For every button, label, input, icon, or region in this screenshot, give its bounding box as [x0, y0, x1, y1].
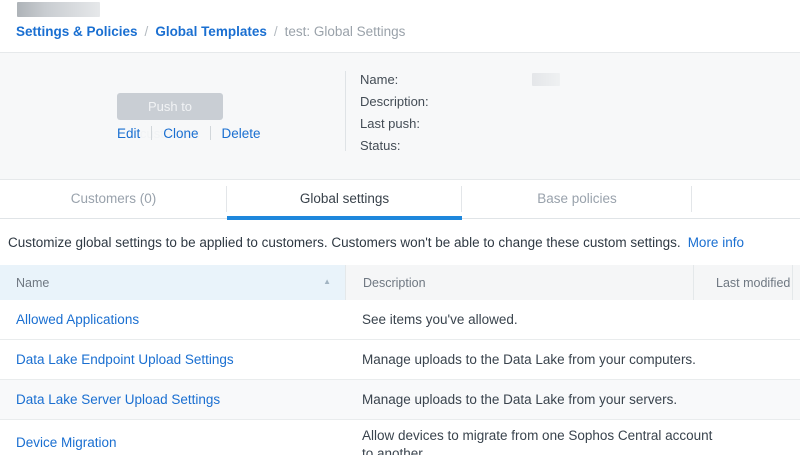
delete-link[interactable]: Delete: [222, 126, 261, 141]
action-divider: [210, 126, 211, 140]
top-bar: Settings & Policies / Global Templates / tes…: [0, 0, 800, 52]
redacted-page-title: [17, 2, 100, 17]
column-header-spacer: [792, 265, 800, 300]
table-row: Device Migration Allow devices to migrat…: [0, 420, 800, 455]
column-header-name[interactable]: Name ▲: [0, 265, 345, 300]
tab-global-settings-label: Global settings: [300, 191, 389, 206]
setting-description: Allow devices to migrate from one Sophos…: [345, 420, 715, 455]
clone-link[interactable]: Clone: [163, 126, 198, 141]
description-label: Description:: [360, 94, 532, 109]
breadcrumb-separator: /: [145, 24, 149, 39]
global-settings-table: Name ▲ Description Last modified Allowed…: [0, 265, 800, 455]
last-push-label: Last push:: [360, 116, 532, 131]
redacted-name-value: [532, 73, 560, 86]
info-row-description: Description:: [360, 90, 560, 112]
more-info-link[interactable]: More info: [688, 235, 744, 250]
info-row-status: Status:: [360, 134, 560, 156]
panel-vertical-divider: [345, 71, 346, 151]
breadcrumb-settings-policies[interactable]: Settings & Policies: [16, 24, 138, 39]
breadcrumb-current: test: Global Settings: [285, 24, 406, 39]
sort-ascending-icon: ▲: [323, 277, 331, 286]
breadcrumb-global-templates[interactable]: Global Templates: [155, 24, 267, 39]
intro-sentence: Customize global settings to be applied …: [8, 235, 681, 250]
setting-link-data-lake-server[interactable]: Data Lake Server Upload Settings: [16, 392, 220, 407]
breadcrumb-separator: /: [274, 24, 278, 39]
setting-description: Manage uploads to the Data Lake from you…: [345, 391, 715, 409]
column-header-last-modified[interactable]: Last modified: [693, 265, 792, 300]
setting-description: See items you've allowed.: [345, 311, 715, 329]
tab-bar: Customers (0) Global settings Base polic…: [0, 180, 800, 219]
template-actions: Edit Clone Delete: [117, 124, 261, 142]
info-row-last-push: Last push:: [360, 112, 560, 134]
setting-link-data-lake-endpoint[interactable]: Data Lake Endpoint Upload Settings: [16, 352, 234, 367]
name-label: Name:: [360, 72, 532, 87]
setting-description: Manage uploads to the Data Lake from you…: [345, 351, 715, 369]
intro-text: Customize global settings to be applied …: [8, 235, 792, 250]
push-to-customers-button[interactable]: Push to customers: [117, 93, 223, 120]
breadcrumb: Settings & Policies / Global Templates / tes…: [16, 24, 405, 39]
info-row-name: Name:: [360, 68, 560, 90]
setting-link-device-migration[interactable]: Device Migration: [16, 435, 117, 450]
table-row: Data Lake Endpoint Upload Settings Manag…: [0, 340, 800, 380]
template-header-panel: Push to customers Edit Clone Delete Name…: [0, 52, 800, 180]
tab-global-settings[interactable]: Global settings: [227, 180, 462, 219]
action-divider: [151, 126, 152, 140]
column-header-name-label: Name: [16, 276, 49, 290]
table-header-row: Name ▲ Description Last modified: [0, 265, 800, 300]
table-row: Allowed Applications See items you've al…: [0, 300, 800, 340]
active-tab-underline: [227, 216, 462, 220]
status-label: Status:: [360, 138, 532, 153]
table-row: Data Lake Server Upload Settings Manage …: [0, 380, 800, 420]
tab-customers[interactable]: Customers (0): [0, 180, 227, 219]
column-header-description[interactable]: Description: [345, 265, 693, 300]
edit-link[interactable]: Edit: [117, 126, 140, 141]
tab-base-policies[interactable]: Base policies: [462, 180, 692, 219]
setting-link-allowed-applications[interactable]: Allowed Applications: [16, 312, 139, 327]
template-info-block: Name: Description: Last push: Status:: [360, 68, 560, 156]
